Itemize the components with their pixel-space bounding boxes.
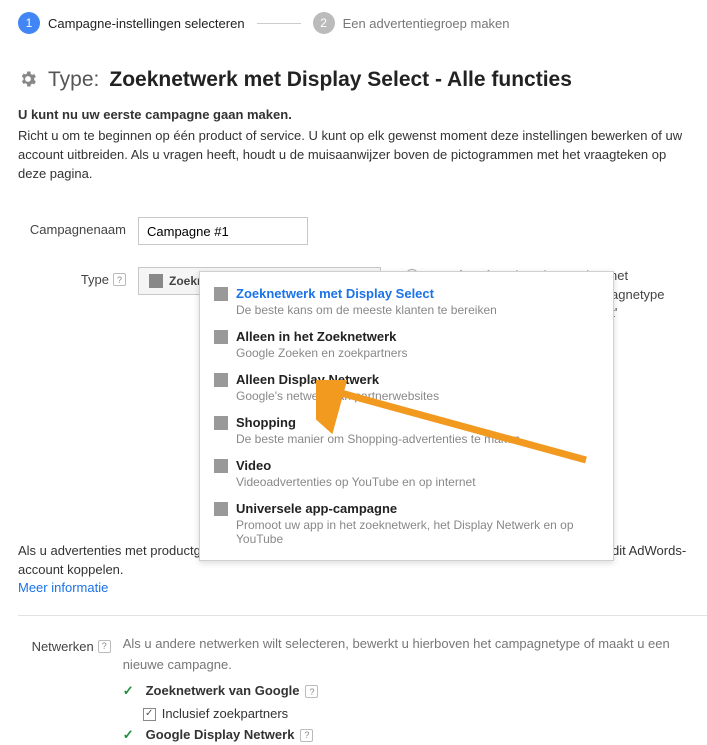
separator [18, 615, 707, 616]
search-icon [214, 330, 228, 344]
step-2[interactable]: 2 Een advertentiegroep maken [313, 12, 510, 34]
networks-row: Netwerken ? Als u andere netwerken wilt … [18, 634, 689, 745]
help-icon[interactable]: ? [98, 640, 111, 653]
campaign-name-row: Campagnenaam [18, 217, 689, 245]
type-dropdown-menu: Zoeknetwerk met Display Select De beste … [199, 271, 614, 561]
step-2-label: Een advertentiegroep maken [343, 16, 510, 31]
dd-item-shopping[interactable]: Shopping De beste manier om Shopping-adv… [200, 409, 613, 452]
shopping-icon [214, 416, 228, 430]
app-icon [214, 502, 228, 516]
video-icon [214, 459, 228, 473]
search-display-icon [149, 274, 163, 288]
network-google-search: ✓ Zoeknetwerk van Google ? [123, 681, 689, 702]
step-connector [257, 23, 301, 24]
dd-item-display-only[interactable]: Alleen Display Netwerk Google's netwerk … [200, 366, 613, 409]
dd-item-search-only[interactable]: Alleen in het Zoeknetwerk Google Zoeken … [200, 323, 613, 366]
gear-icon [18, 69, 38, 92]
check-icon: ✓ [123, 681, 134, 702]
step-1-label: Campagne-instellingen selecteren [48, 16, 245, 31]
intro-text: U kunt nu uw eerste campagne gaan maken.… [18, 106, 689, 183]
include-search-partners-checkbox[interactable]: ✓ Inclusief zoekpartners [143, 704, 288, 725]
step-2-number: 2 [313, 12, 335, 34]
help-icon[interactable]: ? [300, 729, 313, 742]
display-icon [214, 373, 228, 387]
networks-hint: Als u andere netwerken wilt selecteren, … [123, 634, 689, 676]
step-1-number: 1 [18, 12, 40, 34]
dd-item-universal-app[interactable]: Universele app-campagne Promoot uw app i… [200, 495, 613, 552]
campaign-name-label: Campagnenaam [18, 217, 138, 237]
wizard-steps: 1 Campagne-instellingen selecteren 2 Een… [0, 0, 707, 46]
search-display-icon [214, 287, 228, 301]
campaign-name-input[interactable] [138, 217, 308, 245]
page-title: Zoeknetwerk met Display Select - Alle fu… [109, 68, 572, 92]
help-icon[interactable]: ? [113, 273, 126, 286]
more-info-link[interactable]: Meer informatie [18, 580, 108, 595]
type-label-row: Type ? [18, 267, 138, 287]
networks-label: Netwerken ? [18, 634, 123, 654]
help-icon[interactable]: ? [305, 685, 318, 698]
checkbox-icon: ✓ [143, 708, 156, 721]
intro-body: Richt u om te beginnen op één product of… [18, 128, 682, 181]
page-heading: Type: Zoeknetwerk met Display Select - A… [18, 68, 689, 92]
intro-bold: U kunt nu uw eerste campagne gaan maken. [18, 106, 689, 125]
check-icon: ✓ [123, 725, 134, 745]
dd-item-video[interactable]: Video Videoadvertenties op YouTube en op… [200, 452, 613, 495]
step-1[interactable]: 1 Campagne-instellingen selecteren [18, 12, 245, 34]
network-google-display: ✓ Google Display Netwerk ? [123, 725, 689, 745]
type-label: Type: [48, 68, 99, 92]
dd-item-search-display[interactable]: Zoeknetwerk met Display Select De beste … [200, 280, 613, 323]
